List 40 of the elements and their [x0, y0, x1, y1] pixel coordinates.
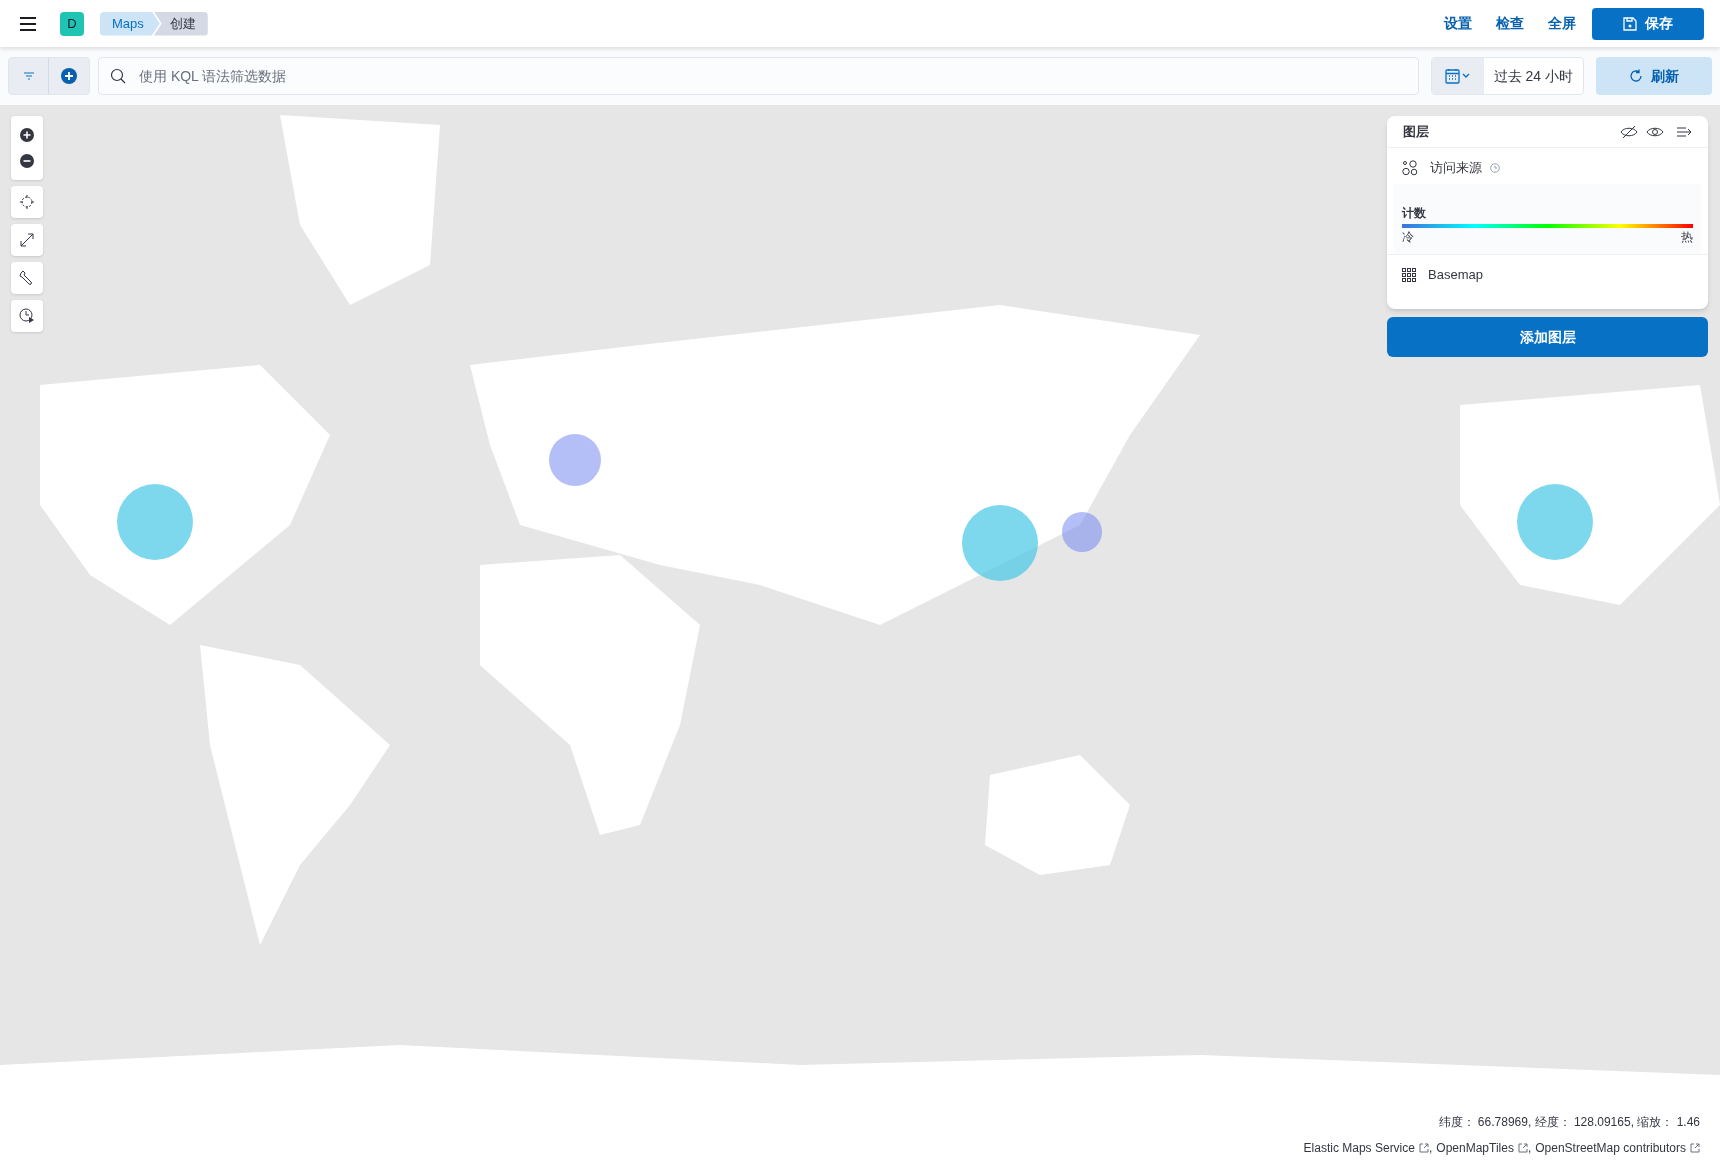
layer-name[interactable]: 访问来源 — [1430, 158, 1482, 178]
external-link-icon — [1517, 1143, 1528, 1153]
breadcrumb[interactable]: 创建 — [153, 11, 208, 36]
legend-title: 计数 — [1402, 205, 1426, 222]
refresh-icon — [1629, 69, 1643, 83]
save-button[interactable]: 保存 — [1592, 7, 1704, 40]
clock-icon — [1490, 163, 1500, 173]
external-link-icon — [1690, 1143, 1700, 1153]
query-field[interactable]: 使用 KQL 语法筛选数据 — [98, 57, 1419, 95]
zoom-out-icon[interactable] — [20, 154, 34, 168]
separator: , — [1428, 1140, 1433, 1157]
external-link-icon — [1418, 1143, 1429, 1153]
collapse-icon[interactable] — [1676, 125, 1692, 138]
cursor-coordinates: 纬度： 66.78969, 经度： 128.09165, 缩放： 1.46 — [1438, 1114, 1700, 1131]
bubbles-icon — [1402, 160, 1418, 176]
header-link[interactable]: 设置 — [1444, 13, 1472, 34]
legend-max-label: 热 — [1681, 229, 1693, 246]
breadcrumb[interactable]: Maps — [100, 11, 160, 36]
space-avatar[interactable]: D — [60, 11, 84, 36]
date-picker-icon[interactable] — [1431, 58, 1484, 94]
header-link[interactable]: 全屏 — [1548, 13, 1576, 34]
separator: , — [1527, 1140, 1532, 1157]
legend-min-label: 冷 — [1402, 229, 1414, 246]
zoom-in-icon[interactable] — [20, 128, 34, 142]
attribution-link[interactable]: Elastic Maps Service — [1303, 1139, 1429, 1157]
layer-name[interactable]: Basemap — [1428, 265, 1483, 285]
panel-title: 图层 — [1403, 122, 1430, 141]
grid-icon — [1402, 268, 1416, 282]
header-link[interactable]: 检查 — [1496, 13, 1524, 34]
timeslider-icon[interactable] — [11, 300, 43, 332]
attribution-link[interactable]: OpenStreetMap contributors — [1535, 1139, 1700, 1157]
attribution-link[interactable]: OpenMapTiles — [1436, 1139, 1528, 1157]
expand-icon[interactable] — [11, 224, 43, 256]
hide-all-icon[interactable] — [1620, 124, 1638, 139]
save-icon — [1623, 16, 1637, 31]
add-layer-button[interactable]: 添加图层 — [1387, 317, 1708, 357]
refresh-button[interactable]: 刷新 — [1596, 57, 1712, 95]
wrench-icon[interactable] — [11, 262, 43, 294]
crosshair-icon[interactable] — [11, 186, 43, 218]
search-icon — [110, 68, 126, 84]
